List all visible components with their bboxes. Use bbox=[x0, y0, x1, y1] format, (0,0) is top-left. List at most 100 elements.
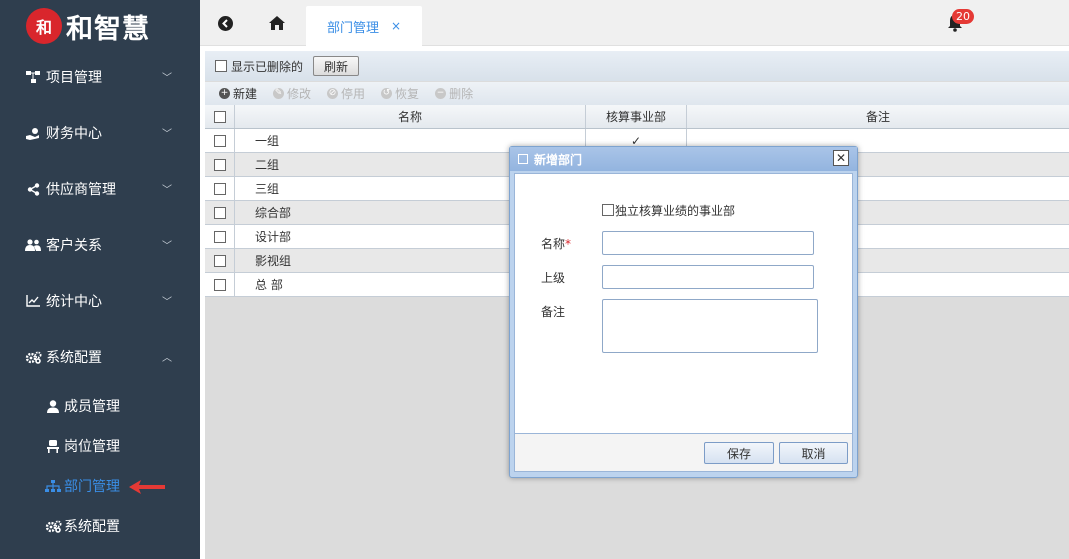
save-button[interactable]: 保存 bbox=[704, 442, 774, 464]
sidebar-item-finance[interactable]: 财务中心 ﹀ bbox=[0, 113, 200, 153]
sidebar-item-system[interactable]: 系统配置 ︿ bbox=[0, 337, 200, 377]
select-all-checkbox[interactable] bbox=[213, 110, 226, 123]
chevron-down-icon: ﹀ bbox=[162, 185, 172, 196]
add-department-dialog: 新增部门 ✕ 独立核算业绩的事业部 名称* 上级 备注 保存 取消 bbox=[509, 146, 858, 478]
independent-accounting-label: 独立核算业绩的事业部 bbox=[615, 204, 736, 218]
logo-text: 和智慧 bbox=[66, 13, 150, 45]
tab-label: 部门管理 bbox=[326, 20, 379, 36]
sidebar-item-project[interactable]: 项目管理 ﹀ bbox=[0, 57, 200, 97]
delete-button[interactable]: − 删除 bbox=[435, 85, 473, 102]
show-deleted-checkbox[interactable] bbox=[215, 60, 227, 72]
home-button[interactable] bbox=[252, 0, 302, 46]
tab-departments[interactable]: 部门管理 × bbox=[306, 6, 422, 46]
back-button[interactable] bbox=[200, 0, 250, 46]
parent-label: 上级 bbox=[541, 271, 566, 285]
window-icon bbox=[518, 154, 528, 164]
column-header-accounting[interactable]: 核算事业部 bbox=[586, 105, 687, 128]
sidebar-item-label: 统计中心 bbox=[46, 294, 102, 310]
note-textarea[interactable] bbox=[602, 299, 818, 353]
restore-icon: ↺ bbox=[381, 88, 393, 99]
topbar: 部门管理 × 20 bbox=[200, 0, 1069, 46]
cancel-button[interactable]: 取消 bbox=[779, 442, 848, 464]
edit-button[interactable]: ✎ 修改 bbox=[273, 85, 311, 102]
row-checkbox[interactable] bbox=[213, 134, 226, 147]
sidebar-item-label: 供应商管理 bbox=[46, 182, 116, 198]
sidebar: 和 和智慧 项目管理 ﹀ 财务中心 ﹀ 供应商管理 ﹀ 客户关系 ﹀ 统计中心 bbox=[0, 0, 200, 559]
seat-icon bbox=[44, 439, 62, 453]
column-header-note[interactable]: 备注 bbox=[687, 105, 1069, 128]
edit-label: 修改 bbox=[287, 87, 312, 101]
sidebar-subitem-system[interactable]: 系统配置 bbox=[0, 509, 200, 543]
home-icon bbox=[269, 16, 285, 30]
sidebar-item-supplier[interactable]: 供应商管理 ﹀ bbox=[0, 169, 200, 209]
chevron-up-icon: ︿ bbox=[162, 353, 172, 364]
name-input[interactable] bbox=[602, 231, 814, 255]
pointer-arrow-icon bbox=[129, 480, 165, 494]
users-icon bbox=[24, 239, 42, 251]
new-button[interactable]: + 新建 bbox=[219, 85, 257, 102]
gears-icon bbox=[44, 520, 62, 533]
sidebar-subitem-departments[interactable]: 部门管理 bbox=[0, 469, 200, 503]
pencil-icon: ✎ bbox=[273, 88, 285, 99]
dialog-footer: 保存 取消 bbox=[514, 434, 853, 472]
dialog-close-button[interactable]: ✕ bbox=[833, 150, 849, 166]
filter-bar: 显示已删除的 刷新 bbox=[205, 51, 1069, 81]
row-checkbox[interactable] bbox=[213, 158, 226, 171]
row-checkbox[interactable] bbox=[213, 206, 226, 219]
parent-input[interactable] bbox=[602, 265, 814, 289]
chart-icon bbox=[24, 295, 42, 307]
restore-button[interactable]: ↺ 恢复 bbox=[381, 85, 419, 102]
sidebar-subitem-label: 系统配置 bbox=[64, 519, 120, 535]
disable-label: 停用 bbox=[341, 87, 366, 101]
minus-circle-icon: − bbox=[435, 88, 447, 99]
ban-icon: ⊘ bbox=[327, 88, 339, 99]
tab-close-button[interactable]: × bbox=[391, 19, 401, 33]
sidebar-subitem-label: 成员管理 bbox=[64, 399, 120, 415]
row-checkbox[interactable] bbox=[213, 182, 226, 195]
sidebar-item-label: 系统配置 bbox=[46, 350, 102, 366]
finance-icon bbox=[24, 127, 42, 140]
gears-icon bbox=[24, 351, 42, 364]
chevron-down-icon: ﹀ bbox=[162, 297, 172, 308]
sidebar-subitem-positions[interactable]: 岗位管理 bbox=[0, 429, 200, 463]
disable-button[interactable]: ⊘ 停用 bbox=[327, 85, 365, 102]
chevron-left-circle-icon bbox=[217, 15, 233, 31]
project-icon bbox=[24, 71, 42, 83]
required-mark: * bbox=[565, 237, 572, 251]
delete-label: 删除 bbox=[449, 87, 474, 101]
row-checkbox[interactable] bbox=[213, 254, 226, 267]
plus-circle-icon: + bbox=[219, 88, 230, 99]
chevron-down-icon: ﹀ bbox=[162, 73, 172, 84]
chevron-down-icon: ﹀ bbox=[162, 241, 172, 252]
note-label: 备注 bbox=[541, 305, 566, 319]
sidebar-subitem-label: 岗位管理 bbox=[64, 439, 120, 455]
grid-header: 名称 核算事业部 备注 bbox=[205, 105, 1069, 129]
new-label: 新建 bbox=[233, 87, 258, 101]
dialog-titlebar[interactable]: 新增部门 bbox=[510, 147, 857, 171]
row-checkbox[interactable] bbox=[213, 230, 226, 243]
notification-badge: 20 bbox=[952, 9, 974, 24]
restore-label: 恢复 bbox=[395, 87, 420, 101]
refresh-button[interactable]: 刷新 bbox=[313, 56, 360, 76]
sidebar-item-label: 项目管理 bbox=[46, 70, 102, 86]
sidebar-subitem-label: 部门管理 bbox=[64, 479, 120, 495]
toolbar: + 新建 ✎ 修改 ⊘ 停用 ↺ 恢复 − 删除 bbox=[205, 82, 1069, 105]
user-icon bbox=[44, 399, 62, 413]
column-header-name[interactable]: 名称 bbox=[235, 105, 586, 128]
show-deleted-label: 显示已删除的 bbox=[231, 59, 304, 74]
sidebar-item-statistics[interactable]: 统计中心 ﹀ bbox=[0, 281, 200, 321]
logo-mark: 和 bbox=[26, 8, 62, 44]
chevron-down-icon: ﹀ bbox=[162, 129, 172, 140]
name-label: 名称* bbox=[541, 235, 571, 252]
sitemap-icon bbox=[44, 480, 62, 492]
row-checkbox[interactable] bbox=[213, 278, 226, 291]
sidebar-item-customer[interactable]: 客户关系 ﹀ bbox=[0, 225, 200, 265]
dialog-title: 新增部门 bbox=[534, 152, 583, 167]
sidebar-item-label: 财务中心 bbox=[46, 126, 102, 142]
independent-accounting-checkbox[interactable] bbox=[602, 204, 614, 216]
dialog-body: 独立核算业绩的事业部 名称* 上级 备注 bbox=[514, 173, 853, 434]
sidebar-item-label: 客户关系 bbox=[46, 238, 102, 254]
logo: 和 和智慧 bbox=[0, 0, 200, 52]
name-label-text: 名称 bbox=[541, 237, 566, 251]
sidebar-subitem-members[interactable]: 成员管理 bbox=[0, 389, 200, 423]
